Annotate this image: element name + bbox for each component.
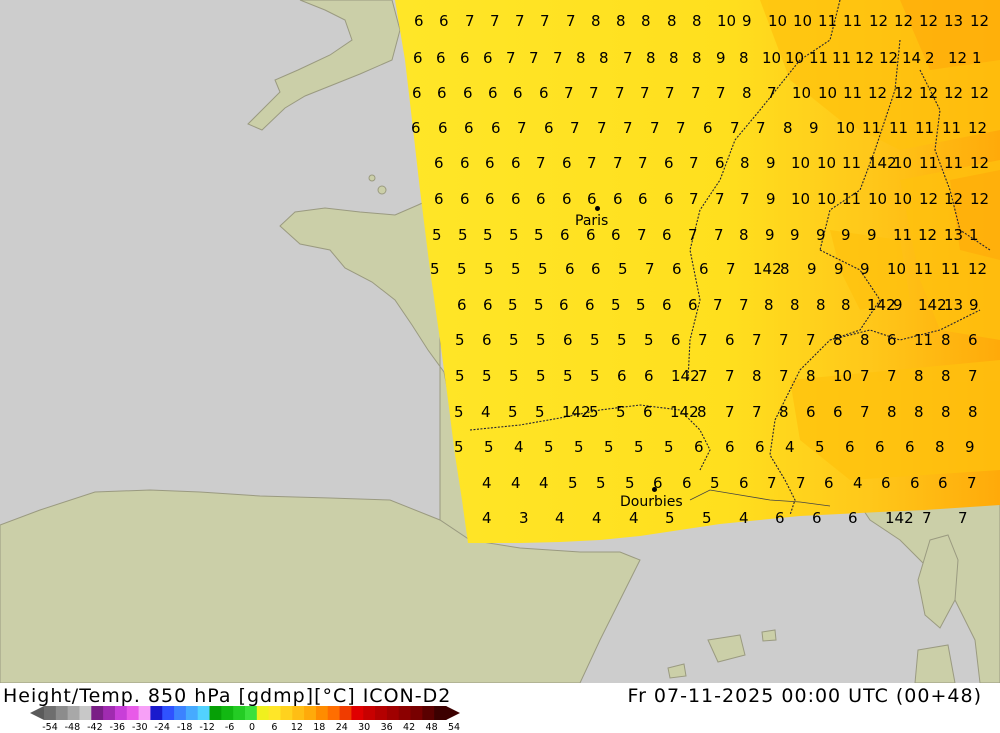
scale-swatch: [209, 706, 222, 720]
scale-tick-label: -6: [225, 722, 234, 733]
scale-tick-label: 48: [426, 722, 438, 733]
weather-map: [0, 0, 1000, 683]
color-scale: -54 -48 -42 -36 -30 -24 -18 -12 -6 0 6 12 18 24 30 36 42…: [30, 706, 460, 733]
scale-swatch: [315, 706, 329, 720]
scale-tick-label: 12: [291, 722, 303, 733]
scale-swatch: [386, 706, 400, 720]
scale-tick-label: 30: [358, 722, 370, 733]
scale-swatch: [256, 706, 270, 720]
scale-tick-label: 54: [448, 722, 460, 733]
city-paris-marker: [595, 206, 600, 211]
scale-swatch: [327, 706, 341, 720]
scale-tick-label: 36: [381, 722, 393, 733]
scale-swatch: [185, 706, 199, 720]
scale-swatch: [44, 706, 57, 720]
scale-swatch: [91, 706, 104, 720]
scale-tick-label: 18: [313, 722, 325, 733]
scale-swatch: [375, 706, 388, 720]
scale-swatch: [398, 706, 412, 720]
scale-swatch: [103, 706, 116, 720]
scale-swatch: [67, 706, 80, 720]
city-dourbies-label: Dourbies: [620, 494, 683, 510]
valid-time: Fr 07-11-2025 00:00 UTC (00+48): [627, 685, 982, 707]
scale-swatch: [304, 706, 317, 720]
scale-swatch: [434, 706, 447, 720]
scale-swatch: [363, 706, 376, 720]
land-menorca: [761, 629, 777, 642]
scale-tick-label: -54: [42, 722, 58, 733]
scale-tick-label: -24: [154, 722, 170, 733]
city-paris-label: Paris: [575, 213, 609, 229]
scale-swatch: [268, 706, 281, 720]
scale-swatch: [126, 706, 140, 720]
scale-swatch: [197, 706, 211, 720]
land-guernsey: [368, 174, 376, 182]
scale-tick-label: 42: [403, 722, 415, 733]
scale-arrow-left: [30, 706, 44, 720]
city-dourbies-marker: [652, 487, 657, 492]
scale-tick-label: -36: [110, 722, 126, 733]
scale-swatch: [292, 706, 305, 720]
land-sardinia: [914, 644, 956, 683]
scale-swatch: [280, 706, 293, 720]
scale-swatch: [245, 706, 258, 720]
scale-tick-label: -18: [177, 722, 193, 733]
scale-swatch: [55, 706, 69, 720]
footer: Height/Temp. 850 hPa [gdmp][°C] ICON-D2 …: [0, 683, 1000, 733]
scale-swatch: [233, 706, 246, 720]
scale-tick-label: -48: [65, 722, 81, 733]
scale-swatch: [410, 706, 423, 720]
scale-tick-label: -30: [132, 722, 148, 733]
scale-swatch: [162, 706, 175, 720]
scale-tick-label: 6: [271, 722, 277, 733]
scale-swatch: [79, 706, 92, 720]
scale-swatch: [422, 706, 435, 720]
scale-swatch: [150, 706, 163, 720]
scale-tick-label: 24: [336, 722, 348, 733]
scale-swatch: [351, 706, 364, 720]
scale-arrow-right: [446, 706, 460, 720]
scale-swatch: [339, 706, 352, 720]
land-jersey: [377, 185, 387, 195]
scale-swatch: [138, 706, 151, 720]
scale-swatch: [221, 706, 234, 720]
scale-tick-label: 0: [249, 722, 255, 733]
scale-tick-label: -12: [199, 722, 215, 733]
scale-tick-label: -42: [87, 722, 103, 733]
scale-swatch: [114, 706, 128, 720]
scale-swatch: [174, 706, 187, 720]
